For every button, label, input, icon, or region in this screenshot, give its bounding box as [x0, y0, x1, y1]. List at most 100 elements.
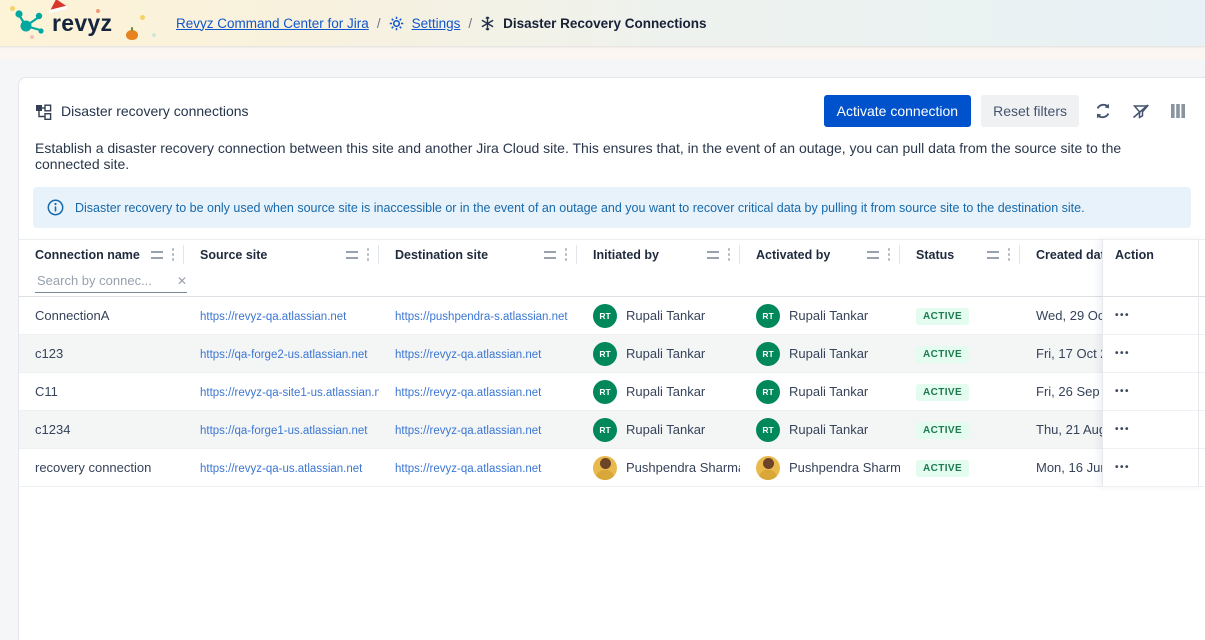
- breadcrumb-settings-link[interactable]: Settings: [412, 16, 461, 31]
- table-body: ConnectionA https://revyz-qa.atlassian.n…: [19, 297, 1205, 487]
- avatar: [593, 456, 617, 480]
- status-badge: ACTIVE: [916, 346, 969, 363]
- source-site-link[interactable]: https://revyz-qa-us.atlassian.net: [200, 463, 362, 475]
- row-actions-button[interactable]: •••: [1115, 462, 1130, 473]
- search-input[interactable]: [35, 272, 163, 289]
- status-cell: ACTIVE: [900, 459, 1020, 477]
- column-kebab-icon[interactable]: [172, 248, 175, 261]
- connection-search-box: ✕: [35, 272, 187, 293]
- action-cell: •••: [1103, 411, 1205, 449]
- breadcrumb: Revyz Command Center for Jira / Settings…: [176, 16, 706, 31]
- info-banner-text: Disaster recovery to be only used when s…: [75, 201, 1085, 215]
- activated-by-cell: RT Rupali Tankar: [740, 418, 900, 442]
- panel-title: Disaster recovery connections: [35, 103, 249, 120]
- initiated-by-cell: RT Rupali Tankar: [577, 304, 740, 328]
- table-filter-row: ✕: [19, 269, 1205, 297]
- column-header[interactable]: Activated by: [740, 240, 900, 269]
- destination-site-link[interactable]: https://revyz-qa.atlassian.net: [395, 349, 541, 361]
- action-cell: •••: [1103, 335, 1205, 373]
- column-icons: [979, 248, 1011, 261]
- avatar: RT: [756, 418, 780, 442]
- breadcrumb-current-page: Disaster Recovery Connections: [503, 16, 706, 31]
- column-kebab-icon[interactable]: [728, 248, 731, 261]
- action-cell: •••: [1103, 449, 1205, 487]
- initiated-by-cell: Pushpendra Sharma: [577, 456, 740, 480]
- action-column-header: Action: [1103, 239, 1205, 297]
- top-brand-bar: revyz Revyz Command Center for Jira / Se…: [0, 0, 1205, 46]
- breadcrumb-app-link[interactable]: Revyz Command Center for Jira: [176, 16, 369, 31]
- column-menu-icon[interactable]: [346, 251, 358, 259]
- destination-site-link[interactable]: https://revyz-qa.atlassian.net: [395, 387, 541, 399]
- refresh-icon[interactable]: [1089, 99, 1117, 123]
- activated-by-cell: RT Rupali Tankar: [740, 342, 900, 366]
- destination-site-link[interactable]: https://revyz-qa.atlassian.net: [395, 425, 541, 437]
- reset-filters-button[interactable]: Reset filters: [981, 95, 1079, 127]
- info-icon: [47, 199, 64, 216]
- avatar: RT: [756, 304, 780, 328]
- hierarchy-icon: [35, 103, 52, 120]
- initiated-by-cell: RT Rupali Tankar: [577, 380, 740, 404]
- destination-site-link[interactable]: https://revyz-qa.atlassian.net: [395, 463, 541, 475]
- status-cell: ACTIVE: [900, 345, 1020, 363]
- status-badge: ACTIVE: [916, 460, 969, 477]
- source-site-link[interactable]: https://revyz-qa.atlassian.net: [200, 311, 346, 323]
- column-menu-icon[interactable]: [544, 251, 556, 259]
- column-header[interactable]: Destination site: [379, 240, 577, 269]
- connection-name-cell: ConnectionA: [19, 308, 184, 323]
- column-header[interactable]: Connection name: [19, 240, 184, 269]
- filter-off-icon[interactable]: [1127, 99, 1155, 123]
- row-actions-button[interactable]: •••: [1115, 424, 1130, 435]
- column-header[interactable]: Status: [900, 240, 1020, 269]
- row-actions-button[interactable]: •••: [1115, 310, 1130, 321]
- gear-icon: [389, 16, 404, 31]
- activated-by-cell: Pushpendra Sharma: [740, 456, 900, 480]
- column-menu-icon[interactable]: [987, 251, 999, 259]
- table-row: c123 https://qa-forge2-us.atlassian.net …: [19, 335, 1205, 373]
- column-icons: [699, 248, 731, 261]
- status-badge: ACTIVE: [916, 384, 969, 401]
- status-badge: ACTIVE: [916, 308, 969, 325]
- activate-connection-button[interactable]: Activate connection: [824, 95, 971, 127]
- destination-site-link[interactable]: https://pushpendra-s.atlassian.net: [395, 311, 568, 323]
- source-site-link[interactable]: https://qa-forge2-us.atlassian.net: [200, 349, 368, 361]
- column-kebab-icon[interactable]: [565, 248, 568, 261]
- pumpkin-icon: [126, 30, 138, 40]
- destination-site-cell: https://revyz-qa.atlassian.net: [379, 346, 577, 361]
- avatar: RT: [756, 342, 780, 366]
- source-site-link[interactable]: https://revyz-qa-site1-us.atlassian.net: [200, 387, 379, 399]
- revyz-logo: revyz: [12, 6, 162, 40]
- snowflake-icon: [480, 16, 495, 31]
- activated-by-name: Rupali Tankar: [789, 308, 868, 323]
- column-menu-icon[interactable]: [151, 251, 163, 259]
- column-kebab-icon[interactable]: [367, 248, 370, 261]
- column-header-label: Created date: [1036, 248, 1112, 262]
- column-header[interactable]: Source site: [184, 240, 379, 269]
- columns-icon[interactable]: [1165, 100, 1191, 122]
- avatar: [756, 456, 780, 480]
- connections-table: Connection name Source site Destination …: [19, 239, 1205, 487]
- row-actions-button[interactable]: •••: [1115, 386, 1130, 397]
- destination-site-cell: https://pushpendra-s.atlassian.net: [379, 308, 577, 323]
- column-menu-icon[interactable]: [707, 251, 719, 259]
- source-site-link[interactable]: https://qa-forge1-us.atlassian.net: [200, 425, 368, 437]
- action-column-body: ••• ••• ••• ••• •••: [1103, 297, 1205, 487]
- clear-icon[interactable]: ✕: [177, 274, 187, 288]
- initiated-by-cell: RT Rupali Tankar: [577, 342, 740, 366]
- toolbar-actions: Activate connection Reset filters: [824, 95, 1191, 127]
- column-kebab-icon[interactable]: [888, 248, 891, 261]
- source-site-cell: https://qa-forge2-us.atlassian.net: [184, 346, 379, 361]
- row-actions-button[interactable]: •••: [1115, 348, 1130, 359]
- table-row: c1234 https://qa-forge1-us.atlassian.net…: [19, 411, 1205, 449]
- initiated-by-name: Pushpendra Sharma: [626, 460, 740, 475]
- column-kebab-icon[interactable]: [1008, 248, 1011, 261]
- initiated-by-name: Rupali Tankar: [626, 346, 705, 361]
- avatar: RT: [593, 380, 617, 404]
- action-cell: •••: [1103, 297, 1205, 335]
- column-menu-icon[interactable]: [867, 251, 879, 259]
- info-banner: Disaster recovery to be only used when s…: [33, 187, 1191, 228]
- avatar: RT: [593, 304, 617, 328]
- column-header[interactable]: Initiated by: [577, 240, 740, 269]
- activated-by-cell: RT Rupali Tankar: [740, 304, 900, 328]
- source-site-cell: https://revyz-qa-site1-us.atlassian.net: [184, 384, 379, 399]
- logo-wordmark: revyz: [52, 10, 112, 37]
